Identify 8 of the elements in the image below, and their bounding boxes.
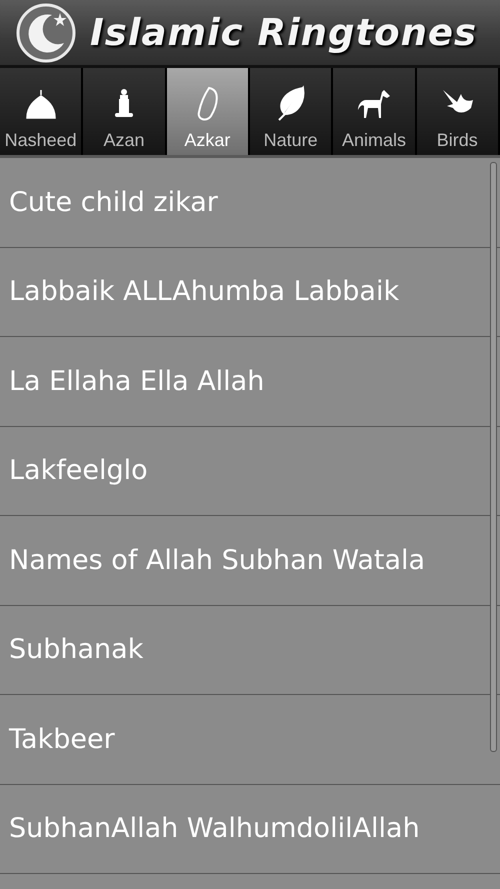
ringtone-item[interactable]: SubhanAllah WalhumdolilAllah [0,784,500,874]
app-title: Islamic Ringtones [90,11,478,54]
category-tab[interactable]: Birds [416,68,500,155]
category-tab[interactable]: Nature [250,68,334,155]
category-tab[interactable]: Azkar [166,68,250,155]
category-tab[interactable]: Animals [333,68,417,155]
category-tab[interactable]: Azan [83,68,167,155]
category-tab[interactable]: Nasheed [0,68,84,155]
